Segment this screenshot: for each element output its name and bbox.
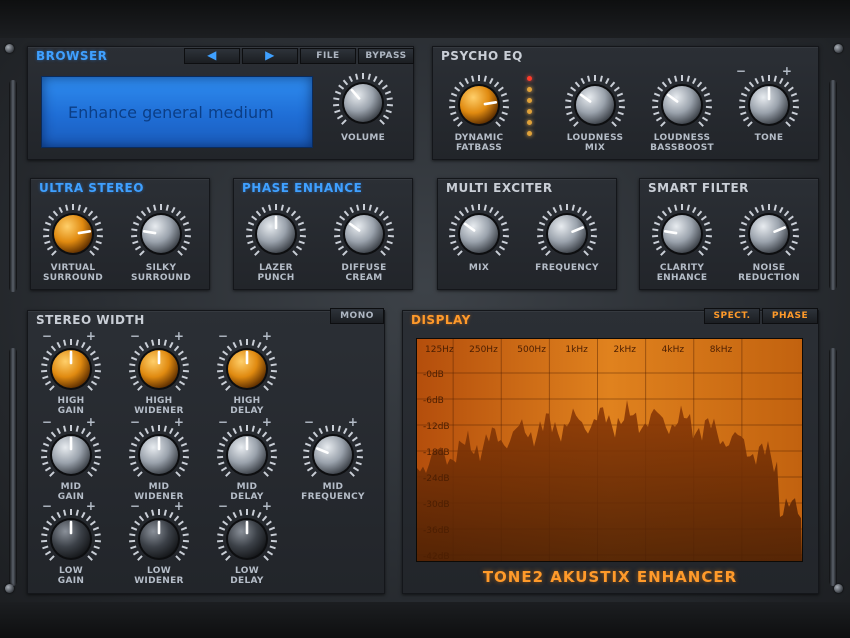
- right-rail-top: [829, 80, 837, 290]
- bottom-bezel: [0, 602, 850, 638]
- frequency-label: 1kHz: [565, 345, 588, 355]
- left-rail-top: [9, 80, 17, 292]
- db-label: -12dB: [423, 422, 450, 432]
- mid-widener-knob[interactable]: [128, 424, 190, 486]
- low-widener-label: LOW WIDENER: [134, 566, 184, 586]
- frequency-label: 8kHz: [710, 345, 733, 355]
- browser-title: BROWSER: [36, 49, 108, 63]
- virtual-surround-label: VIRTUAL SURROUND: [42, 263, 103, 283]
- db-label: -6dB: [423, 396, 444, 406]
- low-delay-knob[interactable]: [216, 508, 278, 570]
- phase-enhance-title: PHASE ENHANCE: [242, 181, 363, 195]
- db-label: -0dB: [423, 370, 444, 380]
- noise-reduction-knob[interactable]: [738, 203, 800, 265]
- prev-preset-button[interactable]: ◀: [184, 48, 240, 64]
- frequency-label: 250Hz: [469, 345, 498, 355]
- high-delay-label: HIGH DELAY: [230, 396, 264, 416]
- diffuse-cream-knob[interactable]: [333, 203, 395, 265]
- arrow-left-icon: ◀: [207, 48, 217, 62]
- frequency-label: 4kHz: [662, 345, 685, 355]
- ultra-stereo-title: ULTRA STEREO: [39, 181, 144, 195]
- level-meter-led: [527, 98, 532, 103]
- db-label: -42dB: [423, 552, 450, 561]
- screw-icon: [5, 584, 14, 593]
- noise-reduction-label: NOISE REDUCTION: [738, 263, 800, 283]
- next-preset-button[interactable]: ▶: [242, 48, 298, 64]
- high-gain-knob[interactable]: [40, 338, 102, 400]
- exciter-mix-knob[interactable]: [448, 203, 510, 265]
- mid-gain-knob[interactable]: [40, 424, 102, 486]
- frequency-label: 2kHz: [614, 345, 637, 355]
- low-widener-knob[interactable]: [128, 508, 190, 570]
- lazer-punch-label: LAZER PUNCH: [257, 263, 295, 283]
- db-label: -18dB: [423, 448, 450, 458]
- level-meter-led: [527, 109, 532, 114]
- level-meter-led: [527, 87, 532, 92]
- exciter-mix-label: MIX: [468, 263, 490, 273]
- product-logo: TONE2 AKUSTIX ENHANCER: [482, 568, 738, 586]
- spectrum-graph: 125Hz 250Hz 500Hz 1kHz 2kHz 4kHz 8kHz -0dB -6dB -…: [417, 339, 802, 561]
- dynamic-fatbass-label: DYNAMIC FATBASS: [454, 133, 504, 153]
- psycho-eq-title: PSYCHO EQ: [441, 49, 523, 63]
- frequency-label: 125Hz: [425, 345, 454, 355]
- clarity-enhance-knob[interactable]: [651, 203, 713, 265]
- loudness-mix-label: LOUDNESS MIX: [566, 133, 624, 153]
- mid-delay-knob[interactable]: [216, 424, 278, 486]
- file-button[interactable]: FILE: [300, 48, 356, 64]
- mid-delay-label: MID DELAY: [230, 482, 264, 502]
- right-rail-bottom: [829, 348, 837, 586]
- volume-label: VOLUME: [340, 133, 386, 143]
- top-bezel: [0, 0, 850, 38]
- loudness-bassboost-knob[interactable]: [651, 74, 713, 136]
- level-meter-led: [527, 76, 532, 81]
- db-label: -36dB: [423, 526, 450, 536]
- stereo-width-title: STEREO WIDTH: [36, 313, 145, 327]
- mid-gain-label: MID GAIN: [57, 482, 85, 502]
- left-rail-bottom: [9, 348, 17, 586]
- mid-frequency-knob[interactable]: [302, 424, 364, 486]
- mid-frequency-label: MID FREQUENCY: [301, 482, 365, 502]
- multi-exciter-title: MULTI EXCITER: [446, 181, 553, 195]
- db-label: -24dB: [423, 474, 450, 484]
- screw-icon: [834, 44, 843, 53]
- display-title: DISPLAY: [411, 313, 471, 327]
- low-gain-label: LOW GAIN: [57, 566, 85, 586]
- loudness-bassboost-label: LOUDNESS BASSBOOST: [650, 133, 714, 153]
- frequency-label: 500Hz: [517, 345, 546, 355]
- silky-surround-knob[interactable]: [130, 203, 192, 265]
- preset-name: Enhance general medium: [68, 103, 274, 122]
- mono-button[interactable]: MONO: [330, 308, 384, 324]
- volume-knob[interactable]: [332, 72, 394, 134]
- clarity-enhance-label: CLARITY ENHANCE: [656, 263, 708, 283]
- smart-filter-title: SMART FILTER: [648, 181, 749, 195]
- high-gain-label: HIGH GAIN: [57, 396, 85, 416]
- low-gain-knob[interactable]: [40, 508, 102, 570]
- tone-label: TONE: [754, 133, 784, 143]
- screw-icon: [5, 44, 14, 53]
- level-meter-led: [527, 120, 532, 125]
- low-delay-label: LOW DELAY: [230, 566, 264, 586]
- diffuse-cream-label: DIFFUSE CREAM: [341, 263, 387, 283]
- spectrum-analyzer: 125Hz 250Hz 500Hz 1kHz 2kHz 4kHz 8kHz -0dB -6dB -…: [416, 338, 803, 562]
- arrow-right-icon: ▶: [265, 48, 275, 62]
- bypass-button[interactable]: BYPASS: [358, 48, 414, 64]
- virtual-surround-knob[interactable]: [42, 203, 104, 265]
- screw-icon: [834, 584, 843, 593]
- silky-surround-label: SILKY SURROUND: [130, 263, 191, 283]
- mid-widener-label: MID WIDENER: [134, 482, 184, 502]
- high-delay-knob[interactable]: [216, 338, 278, 400]
- high-widener-label: HIGH WIDENER: [134, 396, 184, 416]
- loudness-mix-knob[interactable]: [564, 74, 626, 136]
- exciter-frequency-knob[interactable]: [536, 203, 598, 265]
- level-meter-led: [527, 131, 532, 136]
- db-label: -30dB: [423, 500, 450, 510]
- exciter-frequency-label: FREQUENCY: [535, 263, 599, 273]
- spectrum-button[interactable]: SPECT.: [704, 308, 760, 324]
- tone-knob[interactable]: [738, 74, 800, 136]
- phase-button[interactable]: PHASE: [762, 308, 818, 324]
- preset-display[interactable]: Enhance general medium: [41, 76, 313, 148]
- high-widener-knob[interactable]: [128, 338, 190, 400]
- dynamic-fatbass-knob[interactable]: [448, 74, 510, 136]
- lazer-punch-knob[interactable]: [245, 203, 307, 265]
